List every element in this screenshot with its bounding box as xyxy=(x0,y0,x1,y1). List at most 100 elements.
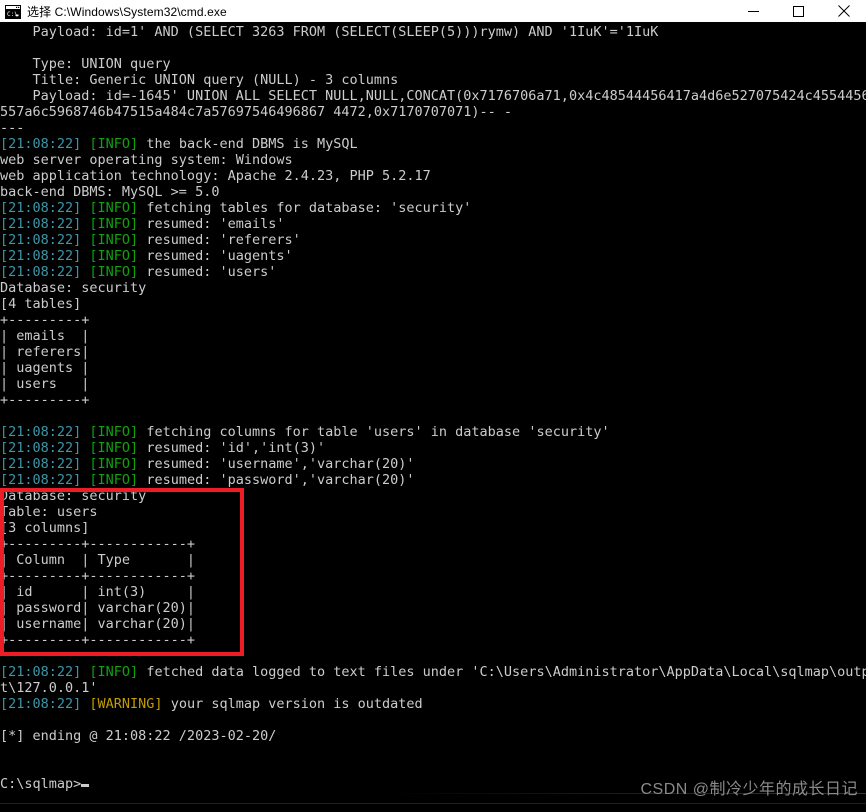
terminal-text: [INFO] xyxy=(89,456,147,472)
cmd-icon: C:\ xyxy=(5,4,21,19)
terminal-line: | password| varchar(20)| xyxy=(0,600,866,616)
terminal-text: [INFO] xyxy=(89,472,147,488)
terminal-line: | uagents | xyxy=(0,360,866,376)
terminal-line: +---------+------------+ xyxy=(0,568,866,584)
terminal-line: [3 columns] xyxy=(0,520,866,536)
terminal-text: [21:08:22] xyxy=(0,456,90,472)
csdn-watermark: CSDN @制冷少年的成长日记 xyxy=(640,781,858,798)
terminal-text: | password| varchar(20)| xyxy=(0,600,196,616)
terminal-text: [WARNING] xyxy=(89,696,171,712)
terminal-text: [21:08:22] xyxy=(0,696,90,712)
close-button[interactable] xyxy=(821,0,866,22)
terminal-text: [INFO] xyxy=(89,232,147,248)
minimize-button[interactable] xyxy=(731,0,776,22)
terminal-text: [INFO] xyxy=(89,664,147,680)
terminal-text: resumed: 'password','varchar(20)' xyxy=(146,472,415,488)
terminal-text: Title: Generic UNION query (NULL) - 3 co… xyxy=(0,72,399,88)
terminal-line: 557a6c5968746b47515a484c7a57697546496867… xyxy=(0,104,866,120)
terminal-line: [21:08:22] [INFO] resumed: 'users' xyxy=(0,264,866,280)
terminal-line: [21:08:22] [INFO] resumed: 'emails' xyxy=(0,216,866,232)
terminal-line: | emails | xyxy=(0,328,866,344)
terminal-line: Database: security xyxy=(0,280,866,296)
terminal-text: [4 tables] xyxy=(0,296,82,312)
terminal-line: web server operating system: Windows xyxy=(0,152,866,168)
terminal-line: [4 tables] xyxy=(0,296,866,312)
terminal-line: Payload: id=1' AND (SELECT 3263 FROM (SE… xyxy=(0,24,866,40)
terminal-text: resumed: 'emails' xyxy=(146,216,285,232)
terminal-text: [21:08:22] xyxy=(0,216,90,232)
terminal-text: [21:08:22] xyxy=(0,264,90,280)
window-title-text: 选择 C:\Windows\System32\cmd.exe xyxy=(27,4,227,19)
terminal-line: | username| varchar(20)| xyxy=(0,616,866,632)
terminal-text: [21:08:22] xyxy=(0,472,90,488)
terminal-line: --- xyxy=(0,120,866,136)
terminal-line: [*] ending @ 21:08:22 /2023-02-20/ xyxy=(0,728,866,744)
terminal-line: | Column | Type | xyxy=(0,552,866,568)
terminal-output-area[interactable]: Payload: id=1' AND (SELECT 3263 FROM (SE… xyxy=(0,22,866,812)
terminal-text: [21:08:22] xyxy=(0,248,90,264)
terminal-line: +---------+------------+ xyxy=(0,632,866,648)
terminal-text: the back-end DBMS is MySQL xyxy=(146,136,358,152)
terminal-text: | Column | Type | xyxy=(0,552,196,568)
terminal-text: +---------+------------+ xyxy=(0,536,196,552)
terminal-text: [21:08:22] xyxy=(0,424,90,440)
terminal-line: [21:08:22] [INFO] resumed: 'referers' xyxy=(0,232,866,248)
terminal-text: [INFO] xyxy=(89,248,147,264)
terminal-cursor xyxy=(81,784,90,787)
terminal-text: resumed: 'username','varchar(20)' xyxy=(146,456,415,472)
terminal-text: [21:08:22] xyxy=(0,136,90,152)
terminal-line: | users | xyxy=(0,376,866,392)
terminal-text: resumed: 'users' xyxy=(146,264,277,280)
terminal-line: [21:08:22] [INFO] the back-end DBMS is M… xyxy=(0,136,866,152)
terminal-text: +---------+ xyxy=(0,312,90,328)
terminal-line: Database: security xyxy=(0,488,866,504)
terminal-text: +---------+ xyxy=(0,392,90,408)
terminal-line: t\127.0.0.1' xyxy=(0,680,866,696)
terminal-text: [21:08:22] xyxy=(0,232,90,248)
terminal-text: [INFO] xyxy=(89,216,147,232)
terminal-text: back-end DBMS: MySQL >= 5.0 xyxy=(0,184,220,200)
terminal-text: Database: security xyxy=(0,280,147,296)
terminal-line: [21:08:22] [INFO] fetched data logged to… xyxy=(0,664,866,680)
terminal-text: C:\sqlmap> xyxy=(0,776,82,792)
terminal-text: your sqlmap version is outdated xyxy=(170,696,423,712)
terminal-text: [INFO] xyxy=(89,264,147,280)
terminal-text: web server operating system: Windows xyxy=(0,152,293,168)
window-title-bar[interactable]: C:\ 选择 C:\Windows\System32\cmd.exe xyxy=(0,0,866,22)
terminal-text: [21:08:22] xyxy=(0,440,90,456)
terminal-text: | emails | xyxy=(0,328,90,344)
terminal-text: resumed: 'uagents' xyxy=(146,248,293,264)
terminal-line: [21:08:22] [INFO] resumed: 'uagents' xyxy=(0,248,866,264)
terminal-text: Database: security xyxy=(0,488,147,504)
terminal-text: Type: UNION query xyxy=(0,56,171,72)
terminal-line: | id | int(3) | xyxy=(0,584,866,600)
terminal-text: | uagents | xyxy=(0,360,90,376)
terminal-text: [INFO] xyxy=(89,200,147,216)
maximize-button[interactable] xyxy=(776,0,821,22)
terminal-text: resumed: 'referers' xyxy=(146,232,301,248)
terminal-text: +---------+------------+ xyxy=(0,568,196,584)
terminal-line: +---------+ xyxy=(0,392,866,408)
terminal-text: [INFO] xyxy=(89,424,147,440)
terminal-text: fetched data logged to text files under … xyxy=(146,664,866,680)
terminal-text: t\127.0.0.1' xyxy=(0,680,98,696)
terminal-text: | username| varchar(20)| xyxy=(0,616,196,632)
terminal-line: | referers| xyxy=(0,344,866,360)
terminal-line: Type: UNION query xyxy=(0,56,866,72)
terminal-line: [21:08:22] [INFO] resumed: 'id','int(3)' xyxy=(0,440,866,456)
terminal-text: --- xyxy=(0,120,25,136)
terminal-line: +---------+ xyxy=(0,312,866,328)
terminal-text: Payload: id=1' AND (SELECT 3263 FROM (SE… xyxy=(0,24,659,40)
terminal-line: [21:08:22] [INFO] resumed: 'username','v… xyxy=(0,456,866,472)
terminal-text: fetching columns for table 'users' in da… xyxy=(146,424,610,440)
terminal-text: [INFO] xyxy=(89,136,147,152)
terminal-text: [*] ending @ 21:08:22 /2023-02-20/ xyxy=(0,728,277,744)
terminal-line: [21:08:22] [INFO] resumed: 'password','v… xyxy=(0,472,866,488)
terminal-line: Payload: id=-1645' UNION ALL SELECT NULL… xyxy=(0,88,866,104)
terminal-text: [3 columns] xyxy=(0,520,90,536)
